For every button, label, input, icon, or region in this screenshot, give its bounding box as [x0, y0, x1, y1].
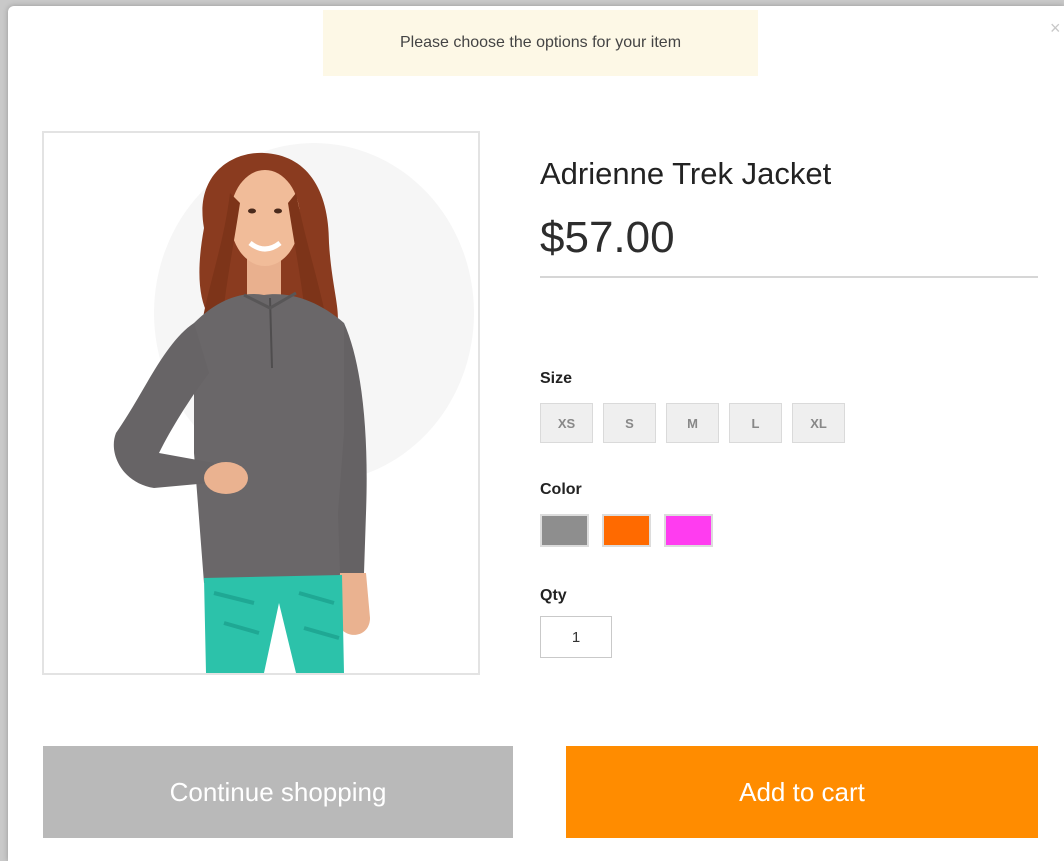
close-icon[interactable]: ×: [1050, 18, 1064, 38]
color-option-2[interactable]: [602, 514, 651, 547]
product-image: [42, 131, 480, 675]
product-price: $57.00: [540, 213, 675, 262]
size-swatches: XS S M L XL: [540, 403, 845, 443]
size-option-xl[interactable]: XL: [792, 403, 845, 443]
continue-shopping-button[interactable]: Continue shopping: [43, 746, 513, 838]
continue-shopping-label: Continue shopping: [169, 776, 387, 807]
add-to-cart-label: Add to cart: [739, 776, 865, 807]
divider: [540, 276, 1038, 278]
size-option-m[interactable]: M: [666, 403, 719, 443]
options-notice: Please choose the options for your item: [323, 10, 758, 76]
add-to-cart-button[interactable]: Add to cart: [566, 746, 1038, 838]
color-label: Color: [540, 481, 582, 498]
options-notice-text: Please choose the options for your item: [399, 34, 682, 51]
size-label: Size: [540, 370, 573, 387]
color-option-1[interactable]: [540, 514, 589, 547]
quick-view-modal: × Please choose the options for your ite…: [8, 6, 1064, 861]
qty-label: Qty: [540, 587, 567, 604]
product-name: Adrienne Trek Jacket: [540, 156, 832, 191]
color-option-3[interactable]: [664, 514, 713, 547]
size-option-xs[interactable]: XS: [540, 403, 593, 443]
color-swatches: [540, 514, 713, 547]
size-option-s[interactable]: S: [603, 403, 656, 443]
product-photo-icon: [113, 143, 474, 673]
product-info: Adrienne Trek Jacket $57.00: [540, 156, 1038, 262]
size-option-l[interactable]: L: [729, 403, 782, 443]
qty-input[interactable]: [540, 616, 612, 658]
